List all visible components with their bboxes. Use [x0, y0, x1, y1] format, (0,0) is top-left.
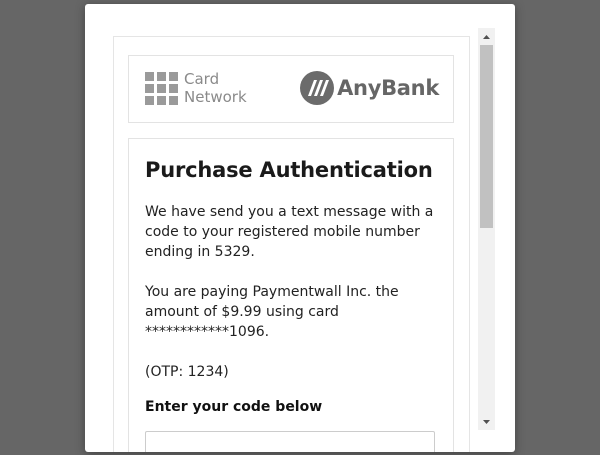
- logo-bar: Card Network AnyBank: [128, 55, 454, 123]
- otp-code-input[interactable]: [145, 431, 435, 452]
- scrollbar-thumb[interactable]: [480, 45, 493, 228]
- bank-name: AnyBank: [337, 76, 439, 100]
- payment-modal: Card Network AnyBank Purchase Authentica…: [85, 4, 515, 452]
- scroll-up-arrow-icon[interactable]: [478, 28, 495, 45]
- anybank-logo: AnyBank: [300, 71, 439, 105]
- auth-content: Purchase Authentication We have send you…: [128, 138, 454, 452]
- sms-message: We have send you a text message with a c…: [145, 204, 434, 260]
- auth-frame: Card Network AnyBank Purchase Authentica…: [113, 36, 470, 452]
- otp-hint: (OTP: 1234): [145, 364, 229, 380]
- vertical-scrollbar[interactable]: [478, 28, 495, 430]
- card-network-text: Card Network: [184, 70, 247, 106]
- card-network-line2: Network: [184, 88, 247, 106]
- code-label: Enter your code below: [145, 399, 323, 415]
- payment-info: You are paying Paymentwall Inc. the amou…: [145, 284, 399, 340]
- scroll-down-arrow-icon[interactable]: [478, 413, 495, 430]
- anybank-stripes-icon: [300, 71, 335, 105]
- card-network-grid-icon: [145, 71, 178, 105]
- card-network-logo: Card Network: [145, 70, 247, 106]
- card-network-line1: Card: [184, 70, 220, 88]
- page-title: Purchase Authentication: [145, 158, 433, 182]
